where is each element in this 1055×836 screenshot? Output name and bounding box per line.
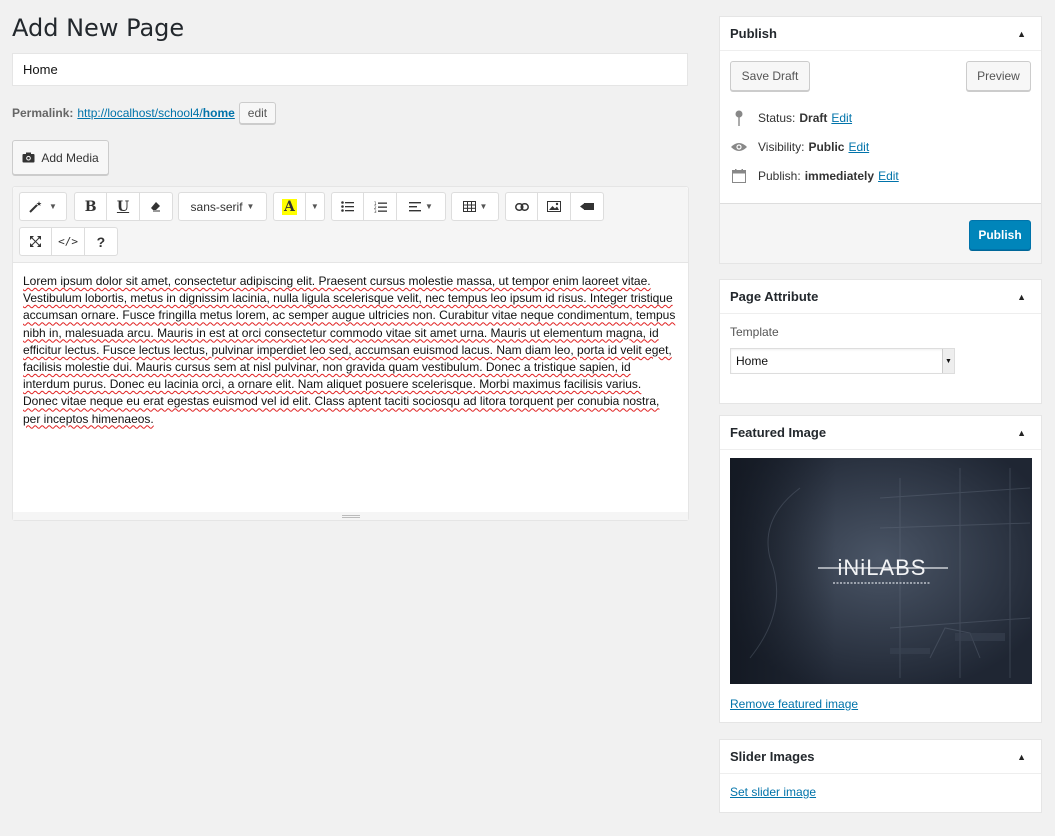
- fullscreen-icon[interactable]: [20, 228, 53, 255]
- template-select[interactable]: Home ▼: [730, 348, 955, 374]
- page-attribute-box: Page Attribute ▲ Template Home ▼: [719, 279, 1042, 404]
- permalink-edit-button[interactable]: edit: [238, 102, 277, 124]
- publish-date-value: immediately: [804, 168, 875, 183]
- status-row: Status: Draft Edit: [720, 103, 1041, 132]
- bold-icon[interactable]: B: [75, 193, 108, 220]
- slider-images-title: Slider Images: [730, 749, 815, 764]
- featured-logo-text: iNiLABS: [838, 555, 927, 580]
- status-edit-link[interactable]: Edit: [831, 111, 852, 125]
- permalink-base: http://localhost/school4/: [77, 106, 203, 120]
- chevron-down-icon: ▼: [246, 202, 255, 211]
- publish-box: Publish ▲ Save Draft Preview Status: Dra…: [719, 16, 1042, 264]
- font-family-dropdown[interactable]: sans-serif ▼: [179, 193, 266, 220]
- video-icon[interactable]: [571, 193, 603, 220]
- status-label: Status:: [758, 110, 796, 125]
- chevron-down-icon: ▼: [942, 349, 954, 373]
- highlight-color-dropdown[interactable]: ▼: [306, 193, 324, 220]
- publish-date-row: Publish: immediately Edit: [720, 161, 1041, 190]
- visibility-edit-link[interactable]: Edit: [848, 140, 869, 154]
- add-media-label: Add Media: [41, 150, 99, 165]
- status-value: Draft: [799, 110, 828, 125]
- publish-box-header: Publish ▲: [720, 17, 1041, 51]
- collapse-arrow-icon[interactable]: ▲: [1017, 292, 1031, 302]
- save-draft-button[interactable]: Save Draft: [730, 61, 810, 91]
- style-button[interactable]: ▼: [20, 193, 66, 220]
- publish-date-edit-link[interactable]: Edit: [878, 169, 899, 183]
- publish-actions: Save Draft Preview: [720, 51, 1041, 103]
- template-select-value: Home: [736, 354, 769, 368]
- publish-footer: Publish: [720, 203, 1041, 263]
- bullet-list-icon[interactable]: [332, 193, 365, 220]
- chevron-down-icon: ▼: [49, 202, 57, 211]
- permalink-slug: home: [202, 106, 235, 120]
- featured-image-title: Featured Image: [730, 425, 827, 440]
- collapse-arrow-icon[interactable]: ▲: [1017, 752, 1031, 762]
- page-title: Add New Page: [12, 14, 185, 42]
- camera-icon: [22, 152, 35, 163]
- featured-image-header: Featured Image ▲: [720, 416, 1041, 450]
- eye-icon: [730, 142, 748, 152]
- template-label: Template: [730, 325, 779, 339]
- visibility-row: Visibility: Public Edit: [720, 132, 1041, 161]
- table-icon[interactable]: ▼: [452, 193, 498, 220]
- highlight-color-icon[interactable]: A: [274, 193, 306, 220]
- permalink-link[interactable]: http://localhost/school4/home: [77, 106, 234, 120]
- add-media-button[interactable]: Add Media: [12, 140, 109, 175]
- set-slider-image-link[interactable]: Set slider image: [730, 785, 816, 799]
- preview-button[interactable]: Preview: [966, 61, 1031, 91]
- numbered-list-icon[interactable]: 123: [364, 193, 397, 220]
- chevron-down-icon: ▼: [424, 202, 433, 211]
- slider-images-header: Slider Images ▲: [720, 740, 1041, 774]
- align-icon[interactable]: ▼: [397, 193, 445, 220]
- editor-toolbar: ▼ B U sans-serif ▼ A ▼ 1 2 3 ▼ ▼ </> ?: [13, 187, 688, 263]
- editor-paragraph: Lorem ipsum dolor sit amet, consectetur …: [23, 274, 676, 426]
- link-icon[interactable]: [506, 193, 539, 220]
- remove-featured-image-link[interactable]: Remove featured image: [730, 697, 858, 711]
- calendar-icon: [730, 168, 748, 183]
- publish-date-label: Publish:: [758, 168, 801, 183]
- featured-image-box: Featured Image ▲ iNiLABS Remove featured…: [719, 415, 1042, 723]
- publish-button[interactable]: Publish: [969, 220, 1031, 250]
- page-attribute-header: Page Attribute ▲: [720, 280, 1041, 314]
- svg-text:3: 3: [374, 209, 377, 213]
- chevron-down-icon: ▼: [479, 202, 488, 211]
- visibility-value: Public: [808, 139, 845, 154]
- slider-images-box: Slider Images ▲ Set slider image: [719, 739, 1042, 813]
- code-view-icon[interactable]: </>: [52, 228, 85, 255]
- permalink-row: Permalink: http://localhost/school4/home…: [12, 102, 277, 124]
- eraser-icon[interactable]: [140, 193, 172, 220]
- magic-wand-icon: [29, 200, 42, 213]
- collapse-arrow-icon[interactable]: ▲: [1017, 29, 1031, 39]
- resize-handle[interactable]: [13, 512, 688, 520]
- collapse-arrow-icon[interactable]: ▲: [1017, 428, 1031, 438]
- featured-image[interactable]: iNiLABS: [730, 458, 1032, 684]
- publish-box-title: Publish: [730, 26, 777, 41]
- post-title-input[interactable]: Home: [12, 53, 688, 86]
- visibility-label: Visibility:: [758, 139, 805, 154]
- editor-content-area[interactable]: Lorem ipsum dolor sit amet, consectetur …: [13, 263, 688, 438]
- help-icon[interactable]: ?: [85, 228, 117, 255]
- underline-icon[interactable]: U: [107, 193, 140, 220]
- font-family-value: sans-serif: [190, 199, 243, 214]
- image-icon[interactable]: [538, 193, 571, 220]
- permalink-label: Permalink:: [12, 106, 74, 120]
- content-editor: ▼ B U sans-serif ▼ A ▼ 1 2 3 ▼ ▼ </> ? L…: [12, 186, 689, 521]
- pin-icon: [730, 110, 748, 126]
- page-attribute-title: Page Attribute: [730, 289, 819, 304]
- chevron-down-icon: ▼: [310, 202, 319, 211]
